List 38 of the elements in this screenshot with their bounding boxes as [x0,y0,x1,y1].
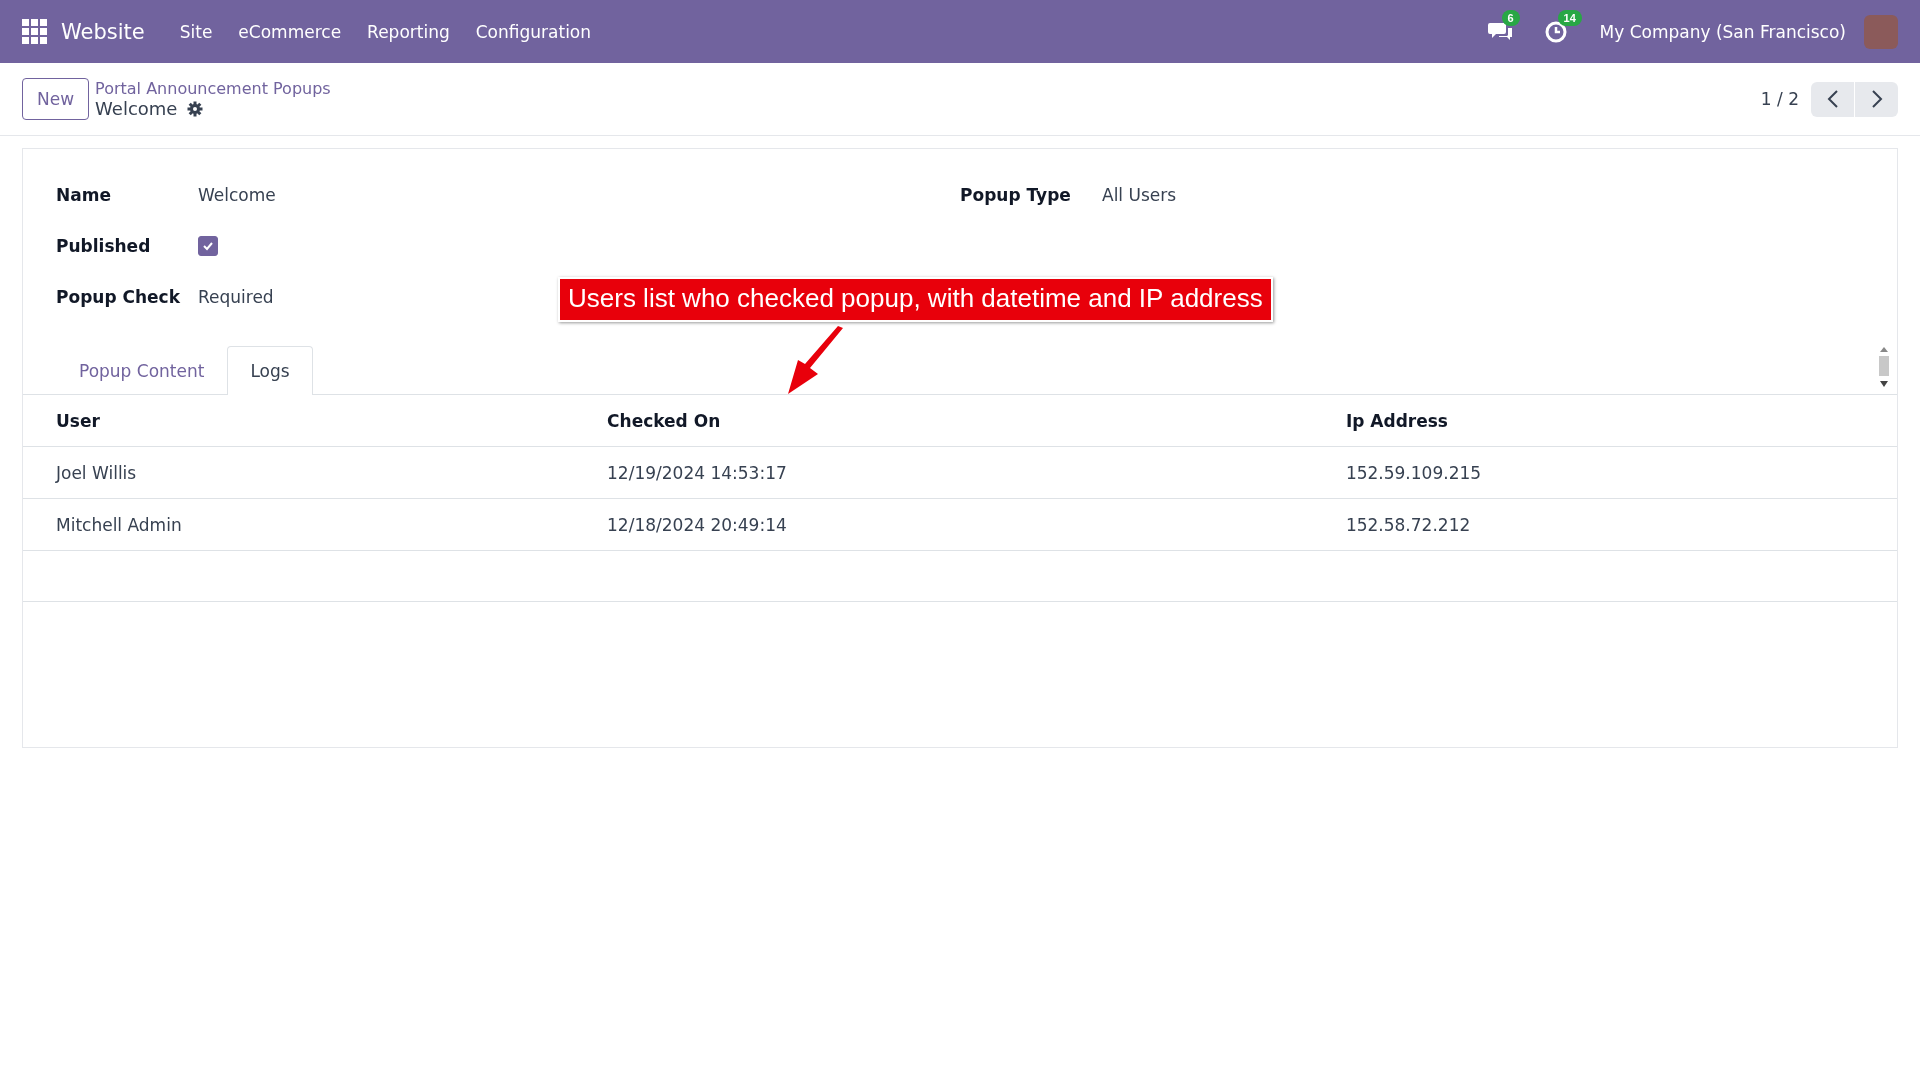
table-cell: Mitchell Admin [23,498,575,551]
settings-icon[interactable] [187,100,204,117]
field-label: Popup Check [56,286,181,307]
chevron-right-icon [1870,90,1883,108]
next-button[interactable] [1855,81,1898,117]
menu-item[interactable]: eCommerce [225,21,355,42]
company-switcher[interactable]: My Company (San Francisco) [1599,21,1846,42]
field-value[interactable]: Required [198,286,274,307]
chevron-left-icon [1826,90,1839,108]
activity-count-badge: 14 [1557,9,1582,26]
annotation-callout: Users list who checked popup, with datetime and IP address [558,277,1273,322]
table-cell: 12/19/2024 14:53:17 [574,446,1313,499]
column-header[interactable]: Ip Address [1312,395,1897,447]
column-header[interactable]: User [23,395,575,447]
tab[interactable]: Logs [227,346,313,395]
menu-item[interactable]: Configuration [462,21,605,42]
column-header[interactable]: Checked On [574,395,1313,447]
previous-button[interactable] [1811,81,1854,117]
apps-menu-icon[interactable] [22,19,47,44]
menu-item[interactable]: Reporting [354,21,463,42]
record-title: Welcome [95,98,178,119]
field-value[interactable]: All Users [1102,184,1177,205]
published-checkbox[interactable] [198,235,218,256]
table-cell: 152.58.72.212 [1312,498,1897,551]
tab[interactable]: Popup Content [56,346,228,395]
breadcrumb-link[interactable]: Portal Announcement Popups [95,79,331,98]
field-label: Published [56,235,152,256]
pager-value: 1 / 2 [1760,89,1799,109]
field-label: Popup Type [960,184,1072,205]
field-value[interactable]: Welcome [198,184,276,205]
new-button[interactable]: New [22,78,90,120]
field-label: Name [56,184,112,205]
menu-item[interactable]: Site [166,21,226,42]
app-name[interactable]: Website [61,19,145,44]
table-cell: 12/18/2024 20:49:14 [574,498,1313,551]
message-count-badge: 6 [1501,9,1520,26]
table-cell: Joel Willis [23,446,575,499]
table-cell: 152.59.109.215 [1312,446,1897,499]
